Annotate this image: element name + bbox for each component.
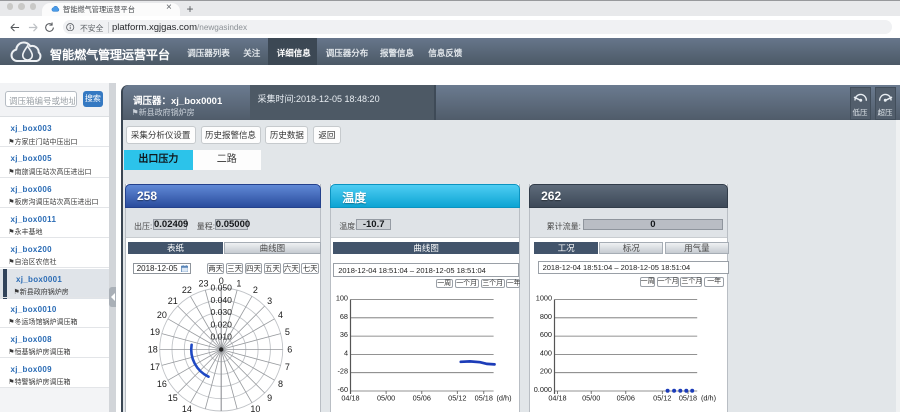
- svg-text:400: 400: [539, 348, 551, 357]
- svg-text:05/12: 05/12: [653, 394, 671, 403]
- svg-text:1000: 1000: [535, 294, 551, 303]
- svg-text:800: 800: [539, 312, 551, 321]
- svg-text:100: 100: [336, 294, 348, 303]
- svg-text:05/12: 05/12: [448, 394, 466, 403]
- svg-text:05/18: 05/18: [678, 394, 696, 403]
- svg-text:600: 600: [539, 330, 551, 339]
- svg-text:4: 4: [344, 348, 348, 357]
- svg-text:68: 68: [340, 312, 348, 321]
- svg-text:36: 36: [340, 330, 348, 339]
- svg-text:04/18: 04/18: [341, 394, 359, 403]
- svg-text:200: 200: [539, 367, 551, 376]
- svg-text:05/06: 05/06: [616, 394, 634, 403]
- svg-text:(d/h): (d/h): [701, 394, 716, 403]
- svg-text:05/06: 05/06: [412, 394, 430, 403]
- svg-text:-28: -28: [337, 367, 348, 376]
- svg-text:05/18: 05/18: [474, 394, 492, 403]
- svg-text:05/00: 05/00: [377, 394, 395, 403]
- svg-text:04/18: 04/18: [548, 394, 566, 403]
- svg-text:(d/h): (d/h): [496, 394, 511, 403]
- svg-text:05/00: 05/00: [582, 394, 600, 403]
